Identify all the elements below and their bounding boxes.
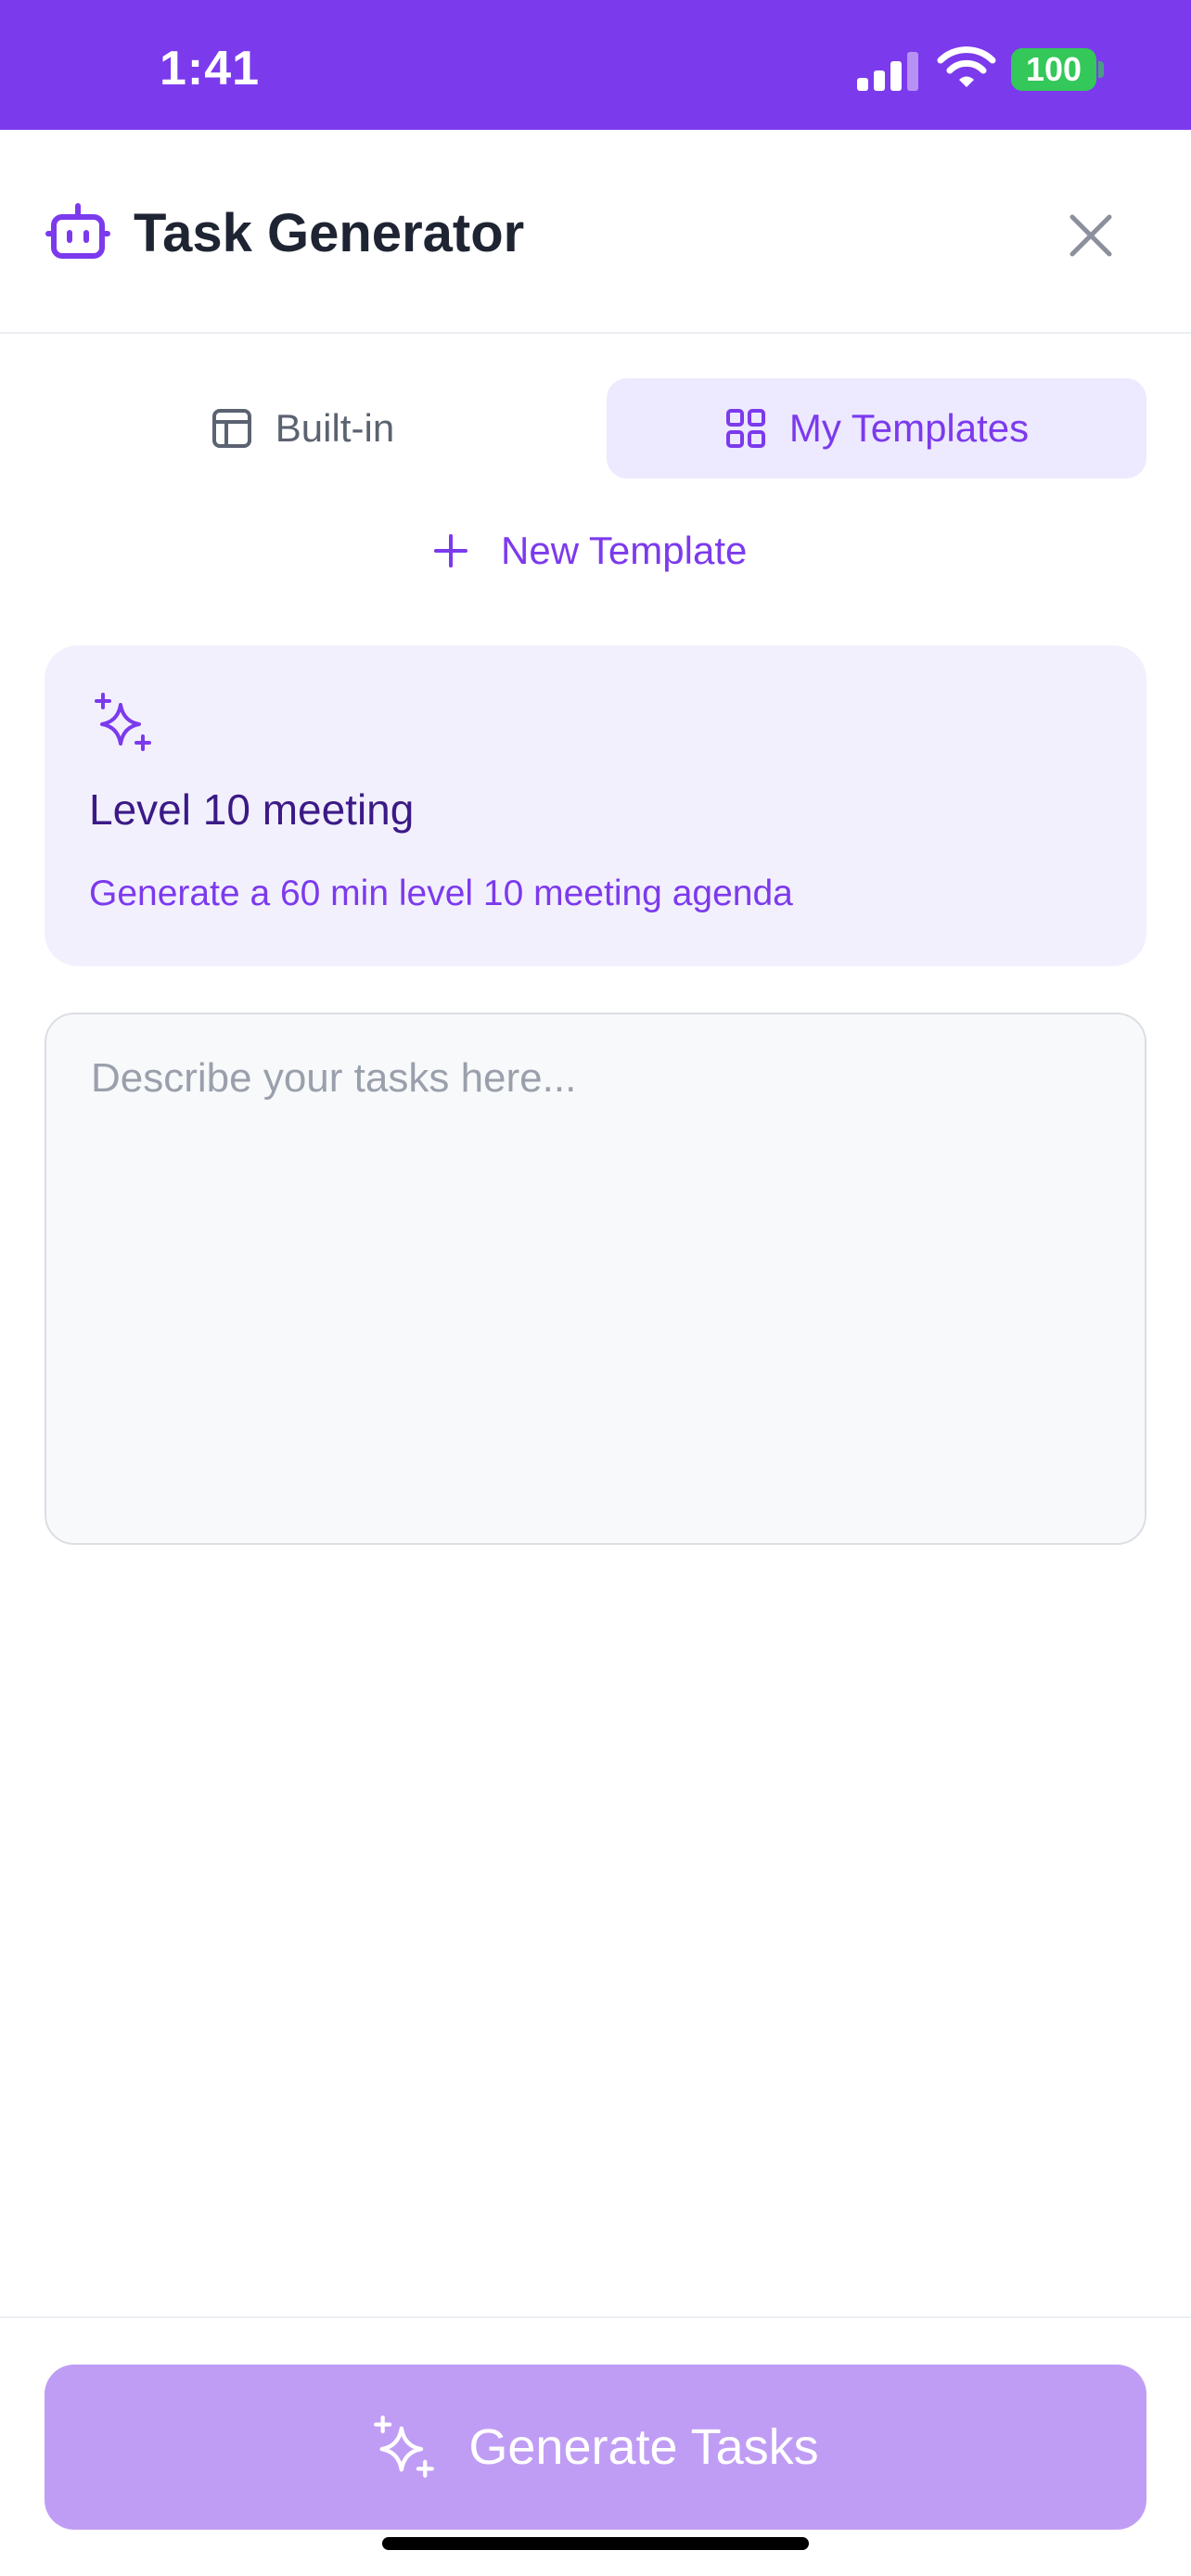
footer-divider — [0, 2316, 1191, 2318]
new-template-button[interactable]: New Template — [432, 519, 747, 582]
generate-tasks-button[interactable]: Generate Tasks — [45, 2365, 1146, 2530]
status-time: 1:41 — [160, 42, 261, 96]
task-description-input[interactable] — [45, 1013, 1146, 1545]
new-template-label: New Template — [501, 529, 748, 572]
tab-built-in[interactable]: Built-in — [45, 378, 560, 478]
sparkles-icon — [374, 2416, 435, 2478]
template-card[interactable]: Level 10 meeting Generate a 60 min level… — [45, 645, 1146, 966]
wifi-icon — [937, 46, 996, 87]
robot-icon — [45, 203, 110, 259]
tab-label: My Templates — [788, 406, 1030, 450]
header: Task Generator — [0, 130, 1191, 334]
home-indicator — [382, 2537, 809, 2550]
plus-icon — [434, 534, 467, 567]
close-icon[interactable] — [1057, 202, 1124, 269]
template-description: Generate a 60 min level 10 meeting agend… — [89, 874, 793, 913]
signal-icon — [857, 52, 918, 91]
layout-icon — [211, 409, 251, 448]
template-title: Level 10 meeting — [89, 785, 415, 834]
sparkles-icon — [95, 693, 151, 751]
grid-icon — [725, 409, 765, 448]
task-generator-screen: 1:41 100 Task Generator Built-in My Temp… — [0, 0, 1191, 2576]
generate-tasks-label: Generate Tasks — [468, 2419, 819, 2475]
battery-nub — [1098, 61, 1104, 78]
battery-icon: 100 — [1011, 48, 1096, 91]
page-title: Task Generator — [134, 203, 525, 263]
tab-my-templates[interactable]: My Templates — [607, 378, 1146, 478]
status-bar: 1:41 100 — [0, 0, 1191, 130]
tab-label: Built-in — [275, 406, 395, 450]
